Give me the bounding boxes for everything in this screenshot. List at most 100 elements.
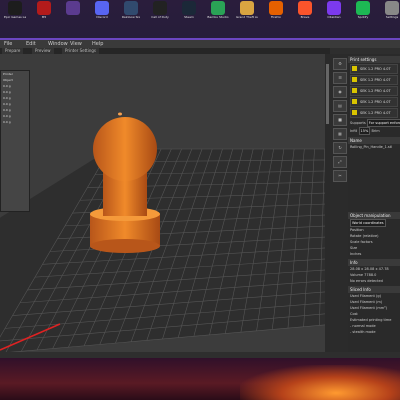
- plate-item[interactable]: SEK 1.2 PRO 4.0T: [350, 75, 398, 85]
- desktop-shortcut-label: Brave: [300, 15, 310, 19]
- desktop-icon-row: Epic Games Launcher M5 Discord Rainbow Six C…: [0, 0, 400, 30]
- menu-item-help[interactable]: Help: [92, 41, 103, 47]
- infill-field[interactable]: 15%: [358, 127, 371, 135]
- bambu-icon[interactable]: [211, 1, 225, 15]
- app-icon[interactable]: [66, 1, 80, 15]
- desktop-shortcut[interactable]: Rainbow Six: [120, 1, 142, 19]
- plate-color-swatch: [352, 77, 357, 82]
- layers-icon[interactable]: ☰: [333, 72, 347, 84]
- supports-row[interactable]: Supports For support enforcers: [348, 119, 400, 127]
- inches-checkbox[interactable]: Inches: [348, 251, 400, 257]
- brim-label: Brim: [371, 129, 380, 133]
- stealth-mode-label: - stealth mode: [350, 330, 376, 334]
- desktop-shortcut[interactable]: Brave: [294, 1, 316, 19]
- desktop-shortcut[interactable]: Grand Theft Auto: [236, 1, 258, 19]
- gta-icon[interactable]: [240, 1, 254, 15]
- info-heading: Info: [348, 259, 400, 266]
- toolbar-column: ⚙ ☰ ◉ ▤ ■ ▦ ↻ ⤢ ✂: [330, 54, 348, 352]
- desktop-shortcut-label: Spotify: [357, 15, 369, 19]
- scrollbar-thumb[interactable]: [326, 64, 329, 124]
- m5-icon[interactable]: [37, 1, 51, 15]
- desktop-shortcut-label: Firefox: [271, 15, 281, 19]
- object-list-spacer: [348, 150, 400, 210]
- right-settings-panel: Print settings SEK 1.2 PRO 4.0T SEK 1.2 P…: [348, 54, 400, 352]
- brave-icon[interactable]: [298, 1, 312, 15]
- menu-item-window[interactable]: Window: [48, 41, 68, 47]
- plate-item[interactable]: SEK 1.2 PRO 4.0T: [350, 97, 398, 107]
- infill-label: Infill: [350, 129, 358, 133]
- desktop-shortcut[interactable]: M5: [33, 1, 55, 19]
- volume-number: 7788.0: [364, 273, 377, 277]
- plate-item[interactable]: SEK 1.2 PRO 4.0T: [350, 86, 398, 96]
- errors-text: No errors detected: [350, 279, 383, 283]
- settings-icon[interactable]: ⚙: [333, 58, 347, 70]
- object-manipulation-heading: Object manipulation: [348, 212, 400, 219]
- desktop-shortcut-label: Obsidian: [327, 15, 341, 19]
- volume-label: Volume: [350, 273, 364, 277]
- menu-item-file[interactable]: File: [4, 41, 12, 47]
- desktop-shortcut[interactable]: Firefox: [265, 1, 287, 19]
- plate-list: SEK 1.2 PRO 4.0T SEK 1.2 PRO 4.0T SEK 1.2 …: [348, 64, 400, 118]
- plate-item[interactable]: SEK 1.2 PRO 4.0T: [350, 108, 398, 118]
- desktop-shortcut[interactable]: [62, 1, 84, 15]
- desktop-shortcut-label: Bambu Studio: [207, 15, 229, 19]
- 3d-viewport[interactable]: Printer Object 0.0 g 0.0 g 0.0 g 0.0 g 0.…: [0, 54, 330, 352]
- spotify-icon[interactable]: [356, 1, 370, 15]
- slicer-window: File Edit Window View Help Prepare Preview Pri…: [0, 38, 400, 358]
- scene-svg: [0, 112, 330, 352]
- plate-color-swatch: [352, 66, 357, 71]
- settings-icon[interactable]: [385, 1, 399, 15]
- plate-label: SEK 1.2 PRO 4.0T: [360, 111, 391, 115]
- desktop-background: Epic Games Launcher M5 Discord Rainbow Six C…: [0, 0, 400, 400]
- plate-color-swatch: [352, 88, 357, 93]
- steam-icon[interactable]: [182, 1, 196, 15]
- r6-icon[interactable]: [124, 1, 138, 15]
- desktop-shortcut[interactable]: Spotify: [352, 1, 374, 19]
- desktop-shortcut[interactable]: Discord: [91, 1, 113, 19]
- desktop-shortcut-label: Epic Games Launcher: [4, 15, 26, 19]
- cut-icon[interactable]: ✂: [333, 170, 347, 182]
- desktop-shortcut-label: Call of Duty: [151, 15, 169, 19]
- desktop-shortcut[interactable]: Epic Games Launcher: [4, 1, 26, 19]
- desktop-shortcut-label: M5: [41, 15, 47, 19]
- plate-color-swatch: [352, 110, 357, 115]
- plate-label: SEK 1.2 PRO 4.0T: [360, 89, 391, 93]
- coord-value[interactable]: World coordinates: [350, 219, 386, 227]
- cube-icon[interactable]: ■: [333, 114, 347, 126]
- plate-color-swatch: [352, 99, 357, 104]
- firefox-icon[interactable]: [269, 1, 283, 15]
- support-icon[interactable]: ▤: [333, 100, 347, 112]
- supports-label: Supports: [350, 121, 366, 125]
- epic-icon[interactable]: [8, 1, 22, 15]
- infill-row: Infill 15% Brim: [348, 127, 400, 135]
- desktop-shortcut-label: Discord: [96, 15, 108, 19]
- supports-select[interactable]: For support enforcers: [366, 119, 400, 127]
- print-settings-heading: Print settings: [348, 56, 400, 63]
- object-list-panel: Printer Object 0.0 g 0.0 g 0.0 g 0.0 g 0.…: [0, 70, 30, 212]
- menu-item-view[interactable]: View: [70, 41, 82, 47]
- desktop-shortcut[interactable]: Obsidian: [323, 1, 345, 19]
- desktop-shortcut-label: Grand Theft Auto: [236, 15, 258, 19]
- desktop-shortcut[interactable]: Call of Duty: [149, 1, 171, 19]
- wallpaper-glow: [240, 365, 400, 400]
- discord-icon[interactable]: [95, 1, 109, 15]
- plate-item[interactable]: SEK 1.2 PRO 4.0T: [350, 64, 398, 74]
- desktop-shortcut[interactable]: Bambu Studio: [207, 1, 229, 19]
- desktop-shortcut-label: Rainbow Six: [121, 15, 141, 19]
- menu-bar: File Edit Window View Help: [0, 40, 400, 48]
- filament-icon[interactable]: ◉: [333, 86, 347, 98]
- arrange-icon[interactable]: ▦: [333, 128, 347, 140]
- rotate-icon[interactable]: ↻: [333, 142, 347, 154]
- object-list-row[interactable]: 0.0 g: [1, 119, 29, 125]
- coord-select[interactable]: World coordinates: [348, 219, 400, 227]
- desktop-shortcut-label: Settings: [385, 15, 399, 19]
- desktop-shortcut[interactable]: Steam: [178, 1, 200, 19]
- scale-icon[interactable]: ⤢: [333, 156, 347, 168]
- obsidian-icon[interactable]: [327, 1, 341, 15]
- menu-item-edit[interactable]: Edit: [26, 41, 36, 47]
- desktop-shortcut[interactable]: Settings: [381, 1, 400, 19]
- plate-label: SEK 1.2 PRO 4.0T: [360, 67, 391, 71]
- plate-label: SEK 1.2 PRO 4.0T: [360, 100, 391, 104]
- sliced-info-heading: Sliced Info: [348, 286, 400, 293]
- cod-icon[interactable]: [153, 1, 167, 15]
